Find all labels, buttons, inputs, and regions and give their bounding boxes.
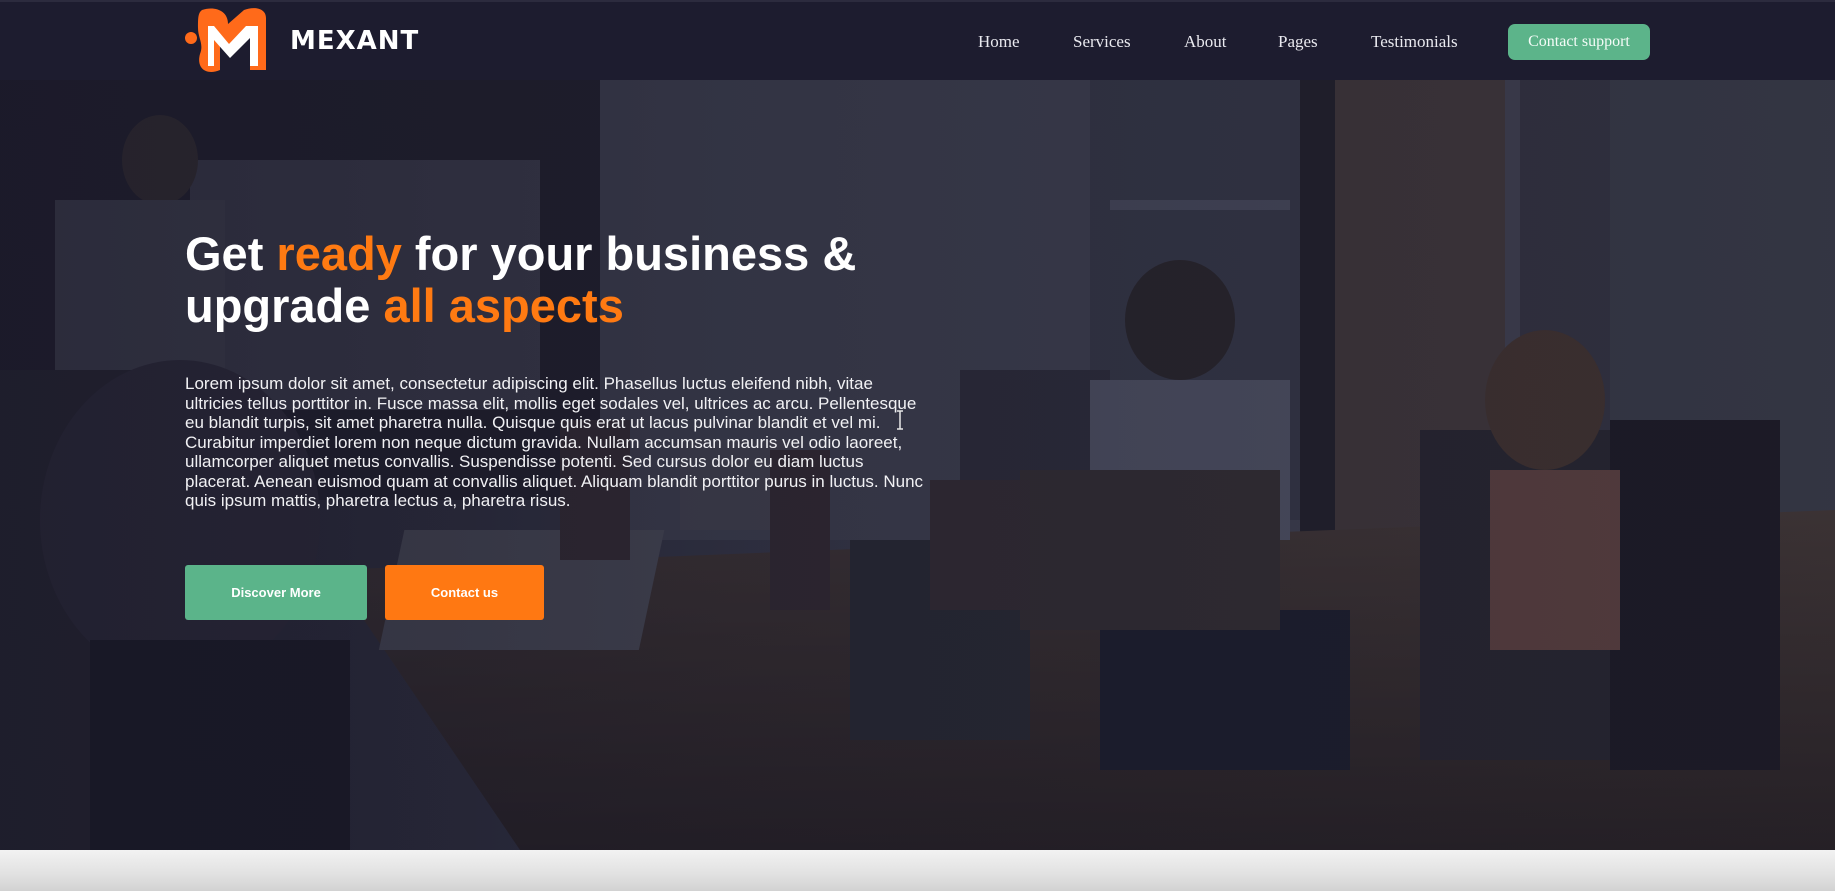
nav-about[interactable]: About [1184, 32, 1227, 52]
hero-title-part3: upgrade [185, 279, 384, 332]
hero-title: Get ready for your business & upgrade all… [185, 228, 925, 332]
hero-buttons: Discover More Contact us [185, 565, 544, 620]
hero-content: Get ready for your business & upgrade all… [185, 228, 925, 511]
contact-us-button[interactable]: Contact us [385, 565, 544, 620]
hero-description: Lorem ipsum dolor sit amet, consectetur … [185, 374, 924, 510]
nav-home[interactable]: Home [978, 32, 1020, 52]
contact-support-button[interactable]: Contact support [1508, 24, 1650, 60]
mexant-logo-icon [185, 8, 266, 73]
landing-page: MEXANT Home Services About Pages Testimo… [0, 0, 1835, 891]
hero-title-part2: for your business & [401, 227, 857, 280]
nav-pages[interactable]: Pages [1278, 32, 1318, 52]
nav-services[interactable]: Services [1073, 32, 1131, 52]
discover-more-button[interactable]: Discover More [185, 565, 367, 620]
hero-section: Get ready for your business & upgrade all… [0, 80, 1835, 850]
hero-title-part1: Get [185, 227, 277, 280]
site-header: MEXANT Home Services About Pages Testimo… [0, 0, 1835, 80]
brand-logo[interactable]: MEXANT [184, 4, 419, 78]
logo-text: MEXANT [290, 26, 420, 56]
hero-title-accent-all-aspects: all aspects [383, 279, 624, 332]
nav-testimonials[interactable]: Testimonials [1371, 32, 1458, 52]
text-cursor-icon [897, 410, 903, 430]
hero-title-accent-ready: ready [276, 227, 402, 280]
next-section-edge [0, 850, 1835, 891]
